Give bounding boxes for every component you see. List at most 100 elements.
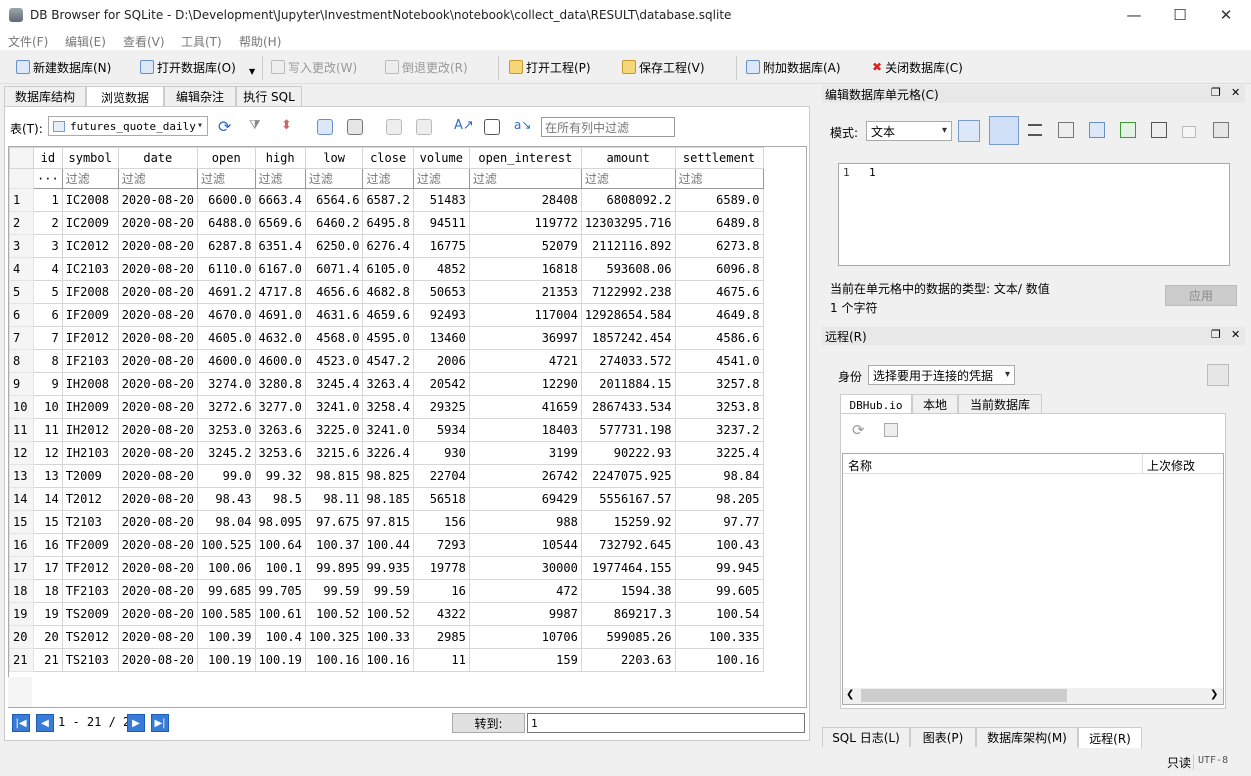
table-cell[interactable]: 3277.0 — [254, 395, 306, 419]
table-cell[interactable]: 6587.2 — [362, 188, 414, 212]
table-row[interactable]: 4 4 IC2103 2020-08-20 6110.0 6167.0 6071.4 6105… — [9, 257, 764, 281]
table-cell[interactable]: 2020-08-20 — [117, 579, 198, 603]
row-header[interactable]: 17 — [9, 556, 34, 580]
table-cell[interactable]: IC2012 — [61, 234, 119, 258]
table-cell[interactable]: 3253.0 — [196, 418, 256, 442]
table-cell[interactable]: 99.59 — [304, 579, 364, 603]
table-cell[interactable]: 4852 — [412, 257, 470, 281]
table-cell[interactable]: 6569.6 — [254, 211, 306, 235]
attach-database-button[interactable]: 附加数据库(A) — [746, 58, 841, 76]
table-cell[interactable]: 2020-08-20 — [117, 326, 198, 350]
insert-record-icon[interactable] — [386, 119, 402, 135]
table-cell[interactable]: 6250.0 — [304, 234, 364, 258]
row-header[interactable]: 12 — [9, 441, 34, 465]
column-header-name[interactable]: 名称 — [848, 457, 872, 474]
table-cell[interactable]: 100.52 — [362, 602, 414, 626]
row-header[interactable]: 8 — [9, 349, 34, 373]
table-cell[interactable]: 98.84 — [674, 464, 764, 488]
table-cell[interactable]: 2203.63 — [580, 648, 676, 672]
table-cell[interactable]: 6071.4 — [304, 257, 364, 281]
table-cell[interactable]: 36997 — [468, 326, 582, 350]
table-cell[interactable]: 2020-08-20 — [117, 418, 198, 442]
table-cell[interactable]: 16 — [412, 579, 470, 603]
table-cell[interactable]: 6600.0 — [196, 188, 256, 212]
cell-editor[interactable]: 1 1 — [838, 163, 1230, 266]
save-view-icon[interactable] — [317, 119, 333, 135]
sort-clear-icon[interactable]: ⬍ — [281, 118, 297, 134]
table-row[interactable]: 20 20 TS2012 2020-08-20 100.39 100.4 100.325 10… — [9, 625, 764, 649]
table-cell[interactable]: 2020-08-20 — [117, 464, 198, 488]
apply-button[interactable]: 应用 — [1165, 285, 1237, 306]
menu-edit[interactable]: 编辑(E) — [65, 33, 106, 50]
filter-ellipsis[interactable]: ··· — [33, 168, 63, 189]
remote-refresh-icon[interactable]: ⟳ — [852, 421, 865, 439]
table-cell[interactable]: 4600.0 — [196, 349, 256, 373]
table-cell[interactable]: 100.44 — [362, 533, 414, 557]
new-database-button[interactable]: 新建数据库(N) — [16, 58, 111, 76]
table-cell[interactable]: 97.77 — [674, 510, 764, 534]
table-cell[interactable]: 100.4 — [254, 625, 306, 649]
tab-edit-pragmas[interactable]: 编辑杂注 — [164, 86, 236, 106]
table-cell[interactable]: 99.685 — [196, 579, 256, 603]
table-cell[interactable]: 26742 — [468, 464, 582, 488]
table-cell[interactable]: 8 — [33, 349, 63, 373]
table-cell[interactable]: 6167.0 — [254, 257, 306, 281]
menu-view[interactable]: 查看(V) — [123, 33, 165, 50]
row-header[interactable]: 2 — [9, 211, 34, 235]
row-header[interactable]: 14 — [9, 487, 34, 511]
table-cell[interactable]: 10544 — [468, 533, 582, 557]
table-cell[interactable]: 577731.198 — [580, 418, 676, 442]
table-cell[interactable]: 4717.8 — [254, 280, 306, 304]
table-cell[interactable]: 2020-08-20 — [117, 487, 198, 511]
tab-database-structure[interactable]: 数据库结构 — [4, 86, 86, 106]
table-cell[interactable]: 3225.0 — [304, 418, 364, 442]
table-cell[interactable]: 6287.8 — [196, 234, 256, 258]
row-header[interactable]: 13 — [9, 464, 34, 488]
row-header[interactable]: 4 — [9, 257, 34, 281]
table-cell[interactable]: 20542 — [412, 372, 470, 396]
table-cell[interactable]: 4600.0 — [254, 349, 306, 373]
table-cell[interactable]: 2020-08-20 — [117, 188, 198, 212]
table-cell[interactable]: 6663.4 — [254, 188, 306, 212]
table-cell[interactable]: 51483 — [412, 188, 470, 212]
column-filter-input[interactable]: 过滤 — [304, 168, 364, 189]
table-cell[interactable]: 6110.0 — [196, 257, 256, 281]
table-cell[interactable]: 18403 — [468, 418, 582, 442]
table-cell[interactable]: 16818 — [468, 257, 582, 281]
column-filter-input[interactable]: 过滤 — [254, 168, 306, 189]
table-cell[interactable]: T2012 — [61, 487, 119, 511]
table-cell[interactable]: 2020-08-20 — [117, 556, 198, 580]
table-cell[interactable]: 4605.0 — [196, 326, 256, 350]
table-cell[interactable]: 2020-08-20 — [117, 441, 198, 465]
table-row[interactable]: 7 7 IF2012 2020-08-20 4605.0 4632.0 4568.0 4595… — [9, 326, 764, 350]
row-header[interactable]: 1 — [9, 188, 34, 212]
menu-tools[interactable]: 工具(T) — [181, 33, 222, 50]
corner-cell[interactable] — [9, 147, 34, 169]
identity-select[interactable]: 选择要用于连接的凭据 ▾ — [868, 365, 1015, 385]
table-cell[interactable]: 7122992.238 — [580, 280, 676, 304]
table-cell[interactable]: 3241.0 — [304, 395, 364, 419]
table-cell[interactable]: 3253.8 — [674, 395, 764, 419]
table-cell[interactable]: IF2009 — [61, 303, 119, 327]
table-cell[interactable]: 1 — [33, 188, 63, 212]
table-cell[interactable]: 2020-08-20 — [117, 372, 198, 396]
goto-button[interactable]: 转到: — [452, 713, 525, 733]
print-icon[interactable] — [347, 119, 363, 135]
table-cell[interactable]: 9 — [33, 372, 63, 396]
table-cell[interactable]: 41659 — [468, 395, 582, 419]
table-cell[interactable]: IH2008 — [61, 372, 119, 396]
table-cell[interactable]: 869217.3 — [580, 602, 676, 626]
table-cell[interactable]: 99.945 — [674, 556, 764, 580]
table-cell[interactable]: 2 — [33, 211, 63, 235]
table-cell[interactable]: IC2008 — [61, 188, 119, 212]
column-filter-input[interactable]: 过滤 — [61, 168, 119, 189]
table-row[interactable]: 11 11 IH2012 2020-08-20 3253.0 3263.6 3225.0 32… — [9, 418, 764, 442]
column-header[interactable]: volume — [412, 147, 470, 169]
table-cell[interactable]: 156 — [412, 510, 470, 534]
table-row[interactable]: 12 12 IH2103 2020-08-20 3245.2 3253.6 3215.6 32… — [9, 441, 764, 465]
table-row[interactable]: 17 17 TF2012 2020-08-20 100.06 100.1 99.895 99.… — [9, 556, 764, 580]
clear-filters-icon[interactable]: ⧩ — [249, 118, 265, 134]
table-cell[interactable]: 17 — [33, 556, 63, 580]
maximize-button[interactable]: ☐ — [1157, 0, 1203, 30]
table-cell[interactable]: IF2008 — [61, 280, 119, 304]
